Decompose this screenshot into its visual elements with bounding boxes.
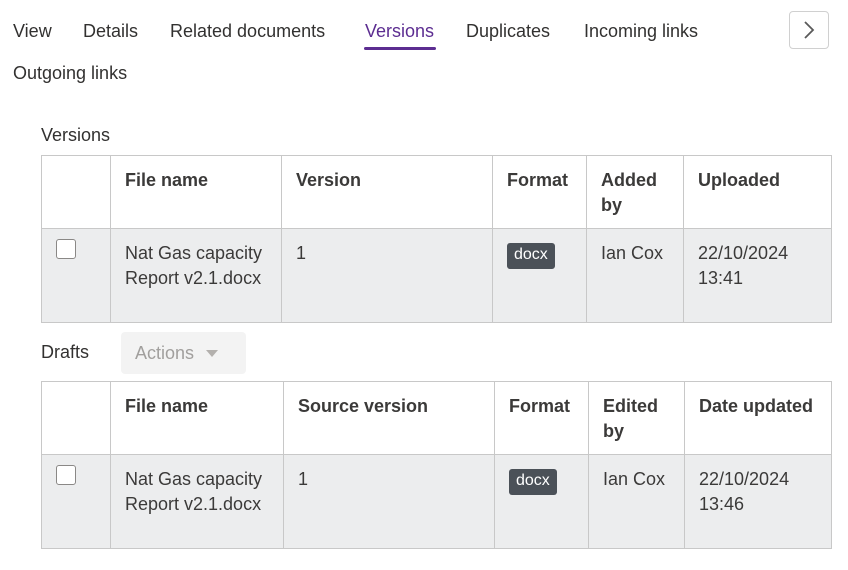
version-cell: 1: [281, 228, 493, 323]
tab-duplicates[interactable]: Duplicates: [466, 20, 550, 42]
date-updated-cell: 22/10/2024 13:46: [684, 454, 832, 549]
column-header-format[interactable]: Format: [494, 381, 589, 455]
column-header-file-name[interactable]: File name: [110, 155, 282, 229]
column-header-date-updated[interactable]: Date updated: [684, 381, 832, 455]
chevron-right-icon: [804, 21, 815, 39]
column-header-version[interactable]: Version: [281, 155, 493, 229]
column-header-uploaded[interactable]: Uploaded: [683, 155, 832, 229]
format-badge: docx: [509, 469, 557, 495]
drafts-table: File name Source version Format Edited b…: [41, 381, 832, 549]
table-row[interactable]: Nat Gas capacity Report v2.1.docx 1 docx…: [41, 454, 832, 549]
select-column-header: [41, 155, 111, 229]
actions-label: Actions: [135, 342, 195, 363]
row-select-checkbox[interactable]: [56, 239, 76, 259]
format-badge: docx: [507, 243, 555, 269]
drafts-header-row: File name Source version Format Edited b…: [41, 381, 832, 455]
active-tab-indicator: [364, 47, 436, 50]
added-by-cell: Ian Cox: [586, 228, 684, 323]
versions-table: File name Version Format Added by Upload…: [41, 155, 832, 323]
tab-details[interactable]: Details: [83, 20, 138, 42]
source-version-cell: 1: [283, 454, 495, 549]
versions-header-row: File name Version Format Added by Upload…: [41, 155, 832, 229]
table-row[interactable]: Nat Gas capacity Report v2.1.docx 1 docx…: [41, 228, 832, 323]
column-header-edited-by[interactable]: Edited by: [588, 381, 685, 455]
column-header-file-name[interactable]: File name: [110, 381, 284, 455]
actions-dropdown-button[interactable]: Actions: [121, 332, 246, 374]
tab-incoming-links[interactable]: Incoming links: [584, 20, 698, 42]
tab-versions[interactable]: Versions: [365, 20, 434, 42]
column-header-format[interactable]: Format: [492, 155, 587, 229]
edited-by-cell: Ian Cox: [588, 454, 685, 549]
file-name-cell[interactable]: Nat Gas capacity Report v2.1.docx: [110, 454, 284, 549]
select-column-header: [41, 381, 111, 455]
column-header-source-version[interactable]: Source version: [283, 381, 495, 455]
versions-section-title: Versions: [41, 125, 111, 145]
column-header-added-by[interactable]: Added by: [586, 155, 684, 229]
row-select-checkbox[interactable]: [56, 465, 76, 485]
tabs-scroll-right-button[interactable]: [789, 11, 829, 49]
uploaded-cell: 22/10/2024 13:41: [683, 228, 832, 323]
file-name-cell[interactable]: Nat Gas capacity Report v2.1.docx: [110, 228, 282, 323]
tab-related-documents[interactable]: Related documents: [170, 20, 325, 42]
caret-down-icon: [206, 350, 219, 357]
tab-outgoing-links[interactable]: Outgoing links: [13, 62, 127, 84]
drafts-section-title: Drafts: [41, 342, 90, 362]
tab-view[interactable]: View: [13, 20, 52, 42]
